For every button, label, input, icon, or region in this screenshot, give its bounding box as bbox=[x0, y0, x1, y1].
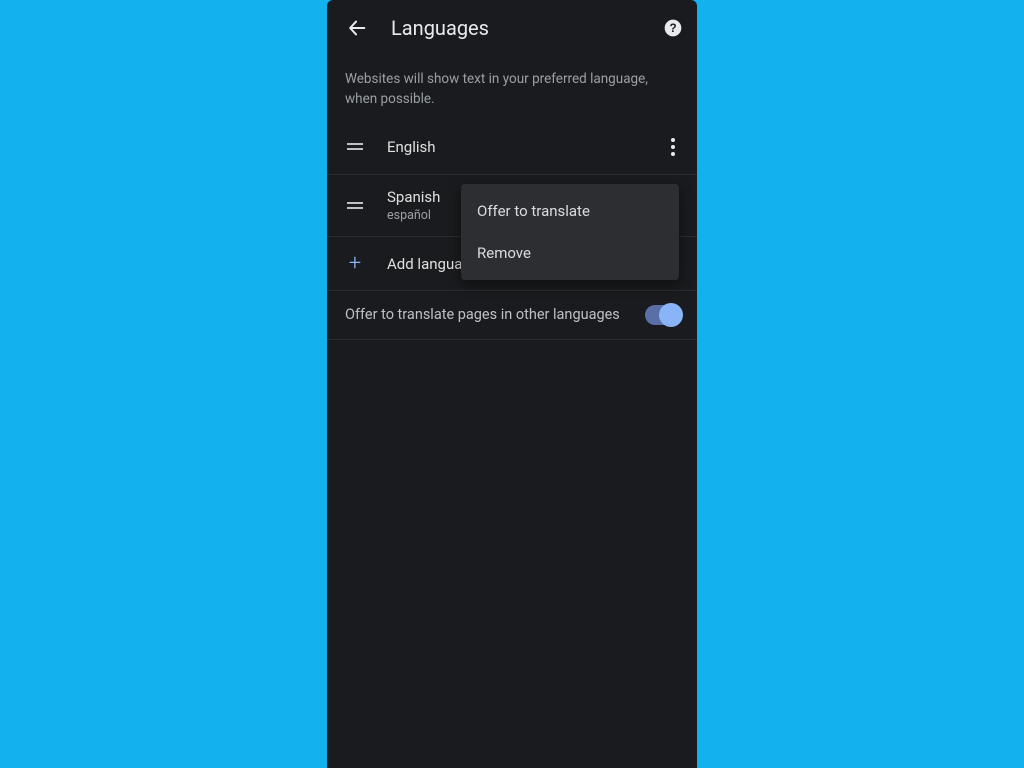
offer-translate-setting[interactable]: Offer to translate pages in other langua… bbox=[327, 291, 697, 340]
arrow-left-icon bbox=[346, 17, 368, 39]
language-name: English bbox=[387, 138, 659, 156]
language-row-english[interactable]: English bbox=[327, 119, 697, 175]
toggle-thumb bbox=[659, 303, 683, 327]
svg-text:?: ? bbox=[669, 22, 676, 35]
offer-translate-toggle[interactable] bbox=[645, 305, 681, 325]
help-button[interactable]: ? bbox=[661, 16, 685, 40]
phone-screen: Languages ? Websites will show text in y… bbox=[327, 0, 697, 768]
setting-label: Offer to translate pages in other langua… bbox=[345, 305, 645, 325]
more-options-english[interactable] bbox=[659, 133, 687, 161]
plus-icon: + bbox=[341, 251, 369, 276]
help-icon: ? bbox=[663, 18, 683, 38]
context-menu: Offer to translate Remove bbox=[461, 184, 679, 280]
page-title: Languages bbox=[391, 16, 661, 40]
menu-item-remove[interactable]: Remove bbox=[461, 232, 679, 274]
menu-item-offer-translate[interactable]: Offer to translate bbox=[461, 190, 679, 232]
back-button[interactable] bbox=[343, 14, 371, 42]
drag-handle-icon[interactable] bbox=[341, 143, 369, 150]
app-bar: Languages ? bbox=[327, 0, 697, 56]
drag-handle-icon[interactable] bbox=[341, 202, 369, 209]
subtitle-text: Websites will show text in your preferre… bbox=[327, 56, 697, 119]
more-vert-icon bbox=[671, 136, 675, 157]
language-text: English bbox=[387, 138, 659, 156]
